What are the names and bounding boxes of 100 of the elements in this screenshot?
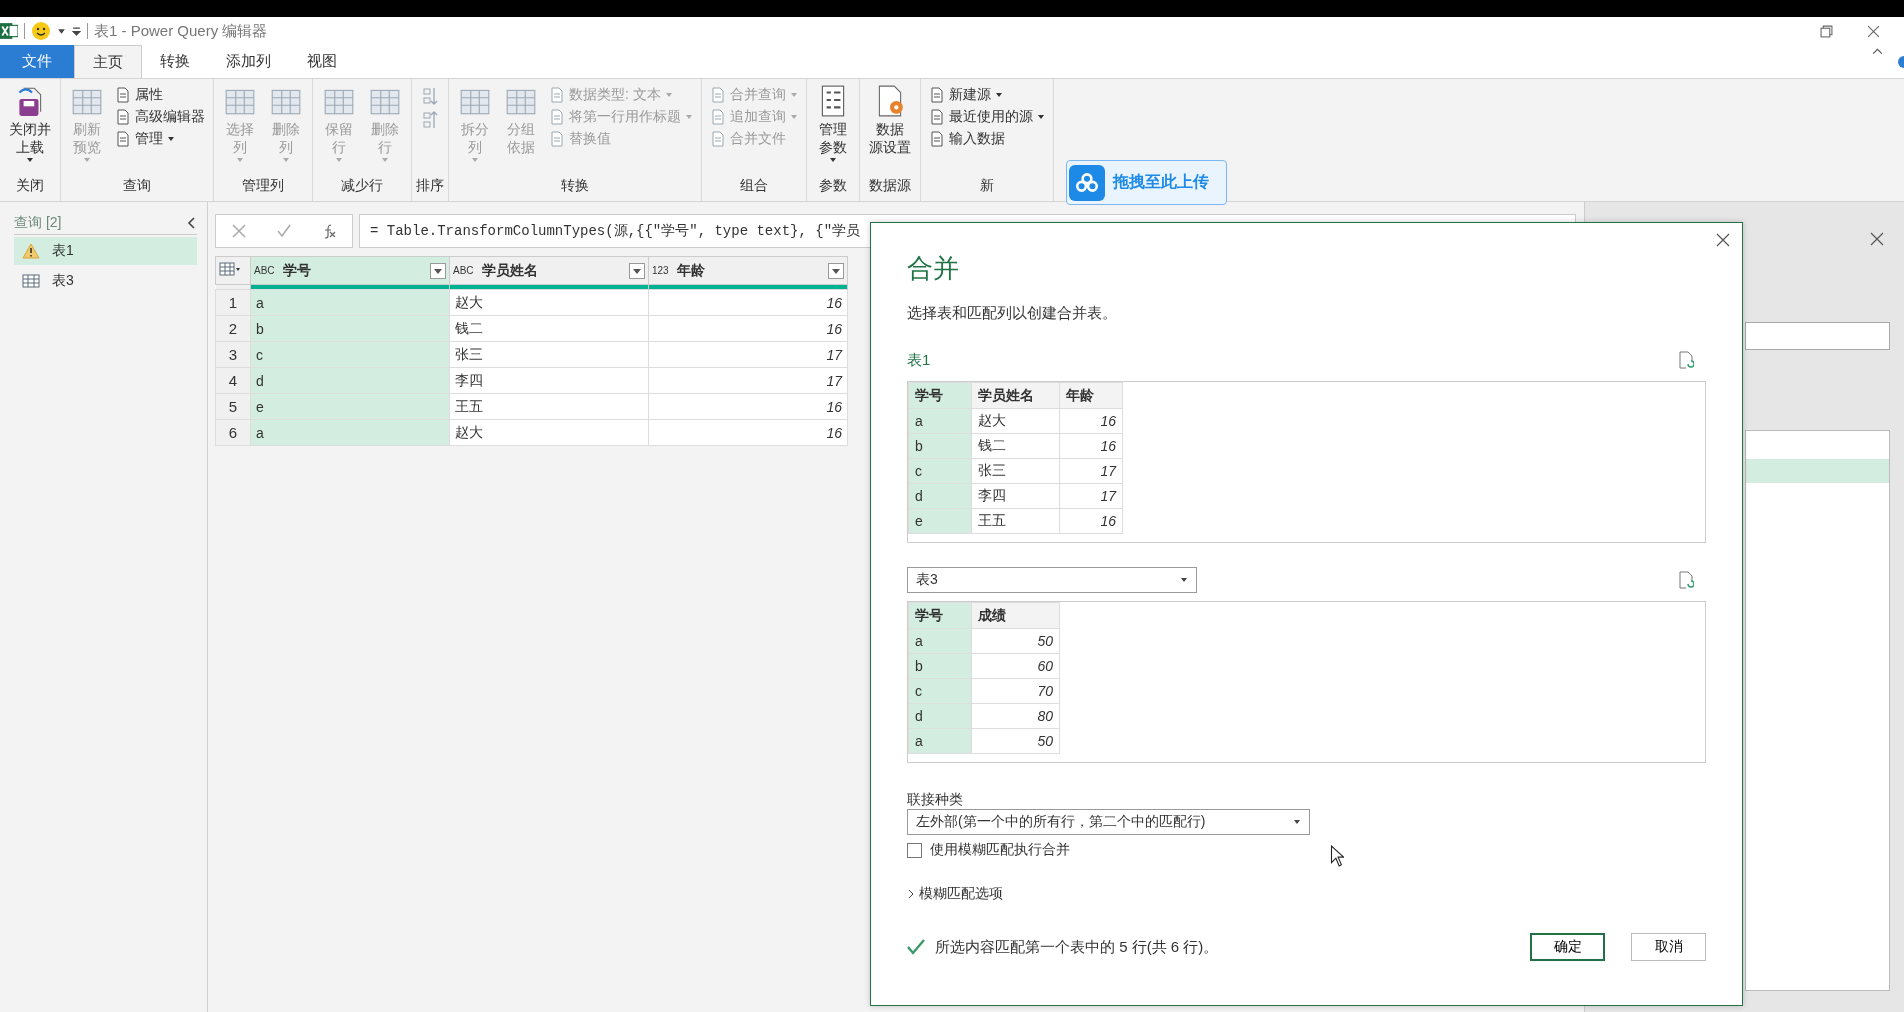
table-cell: 16 <box>1059 508 1123 534</box>
ribbon-button[interactable]: 管理 参数 <box>811 82 855 177</box>
table-cell: 王五 <box>971 508 1060 534</box>
fuzzy-options-expander[interactable]: 模糊匹配选项 <box>907 885 1003 903</box>
checkbox-label: 使用模糊匹配执行合并 <box>930 841 1070 859</box>
table-icon <box>22 273 40 289</box>
table-cell: a <box>908 408 972 434</box>
sort-icon <box>422 110 438 130</box>
dialog-description: 选择表和匹配列以创建合并表。 <box>907 304 1118 323</box>
restore-icon[interactable] <box>1820 24 1833 38</box>
table-cell: b <box>908 433 972 459</box>
table-cell: 16 <box>648 393 848 420</box>
document-icon <box>115 130 131 147</box>
table-cell: d <box>908 703 972 729</box>
table-cell: 17 <box>1059 458 1123 484</box>
ribbon-button[interactable]: 数据 源设置 <box>864 82 916 177</box>
sort-icon <box>422 86 438 106</box>
caret-icon[interactable] <box>57 26 66 36</box>
table-cell: 16 <box>1059 408 1123 434</box>
checkbox[interactable] <box>907 842 922 858</box>
query-item[interactable]: 表1 <box>14 237 197 265</box>
table-cell: 赵大 <box>971 408 1060 434</box>
check-icon <box>907 939 925 955</box>
ribbon-button[interactable]: 属性 <box>111 84 209 105</box>
row-number: 6 <box>215 419 251 446</box>
collapse-icon[interactable] <box>187 217 197 229</box>
table-name: 表1 <box>907 350 931 370</box>
filter-dropdown-icon[interactable] <box>828 262 844 279</box>
table-cell: 17 <box>648 367 848 394</box>
table-cell: 80 <box>971 703 1060 729</box>
filter-dropdown-icon[interactable] <box>629 262 645 279</box>
column-header[interactable]: 学号 <box>908 382 972 409</box>
cloud-icon <box>1069 164 1105 201</box>
column-header[interactable]: 成绩 <box>971 602 1060 629</box>
ribbon-button[interactable]: 关闭并 上载 <box>4 82 56 177</box>
table-cell: d <box>250 367 450 394</box>
row-number: 1 <box>215 289 251 316</box>
group-label: 管理列 <box>241 177 285 195</box>
document-icon <box>549 86 565 103</box>
ok-button[interactable]: 确定 <box>1530 933 1605 961</box>
column-header[interactable]: ABC 学员姓名 <box>449 256 649 285</box>
table-cell: 50 <box>971 628 1060 654</box>
table-cell: 赵大 <box>449 419 649 446</box>
refresh-document-icon[interactable] <box>1678 571 1694 589</box>
group-label: 数据源 <box>868 177 912 195</box>
table-cell: 张三 <box>971 458 1060 484</box>
table-dropdown[interactable]: 表3 <box>907 567 1197 593</box>
column-header[interactable]: 学员姓名 <box>971 382 1060 409</box>
refresh-document-icon[interactable] <box>1678 351 1694 369</box>
column-header[interactable]: ABC 学号 <box>250 256 450 285</box>
row-number: 5 <box>215 393 251 420</box>
input-field[interactable] <box>1745 322 1890 350</box>
table-cell: a <box>250 289 450 316</box>
document-icon <box>929 86 945 103</box>
filter-dropdown-icon[interactable] <box>430 262 446 279</box>
customize-toolbar-icon[interactable] <box>72 26 81 36</box>
document-icon <box>710 108 726 125</box>
file-tab[interactable]: 文件 <box>0 45 74 78</box>
table-cell: c <box>908 458 972 484</box>
document-icon <box>549 130 565 147</box>
column-header[interactable]: 学号 <box>908 602 972 629</box>
column-header[interactable]: 年龄 <box>1059 382 1123 409</box>
table-cell: 赵大 <box>449 289 649 316</box>
ribbon-button[interactable]: 管理 <box>111 128 209 149</box>
ribbon-button[interactable]: 输入数据 <box>925 128 1049 149</box>
table-menu-icon[interactable] <box>219 262 241 276</box>
table-cell: 李四 <box>971 483 1060 509</box>
table-cell: 16 <box>1059 433 1123 459</box>
cancel-button[interactable]: 取消 <box>1631 933 1706 961</box>
query-item[interactable]: 表3 <box>14 267 197 295</box>
close-icon[interactable] <box>1867 24 1880 38</box>
mouse-pointer-icon <box>1330 845 1344 867</box>
caret-icon <box>1293 818 1301 826</box>
join-kind-dropdown[interactable]: 左外部(第一个中的所有行，第二个中的匹配行) <box>907 809 1310 835</box>
queries-header: 查询 [2] <box>14 214 62 232</box>
group-label: 参数 <box>818 177 848 195</box>
close-icon[interactable] <box>1870 232 1884 246</box>
ribbon-tab[interactable]: 主页 <box>74 45 142 78</box>
table-cell: 李四 <box>449 367 649 394</box>
status-message: 所选内容匹配第一个表中的 5 行(共 6 行)。 <box>935 937 1219 957</box>
ribbon-button[interactable]: 最近使用的源 <box>925 106 1049 127</box>
column-header[interactable]: 123 年龄 <box>648 256 848 285</box>
document-icon <box>710 86 726 103</box>
smiley-icon[interactable] <box>31 21 51 41</box>
ribbon-button[interactable]: 新建源 <box>925 84 1049 105</box>
check-icon[interactable] <box>276 223 292 239</box>
table-cell: 17 <box>648 341 848 368</box>
group-label: 组合 <box>739 177 769 195</box>
table-cell: d <box>908 483 972 509</box>
warning-icon <box>22 243 40 259</box>
dialog-title: 合并 <box>907 252 960 285</box>
document-icon <box>929 108 945 125</box>
ribbon-button[interactable]: 高级编辑器 <box>111 106 209 127</box>
group-label: 减少行 <box>340 177 384 195</box>
row-number: 2 <box>215 315 251 342</box>
caret-icon <box>1180 576 1188 584</box>
group-label: 转换 <box>560 177 590 195</box>
table-cell: a <box>908 628 972 654</box>
close-icon[interactable] <box>1716 233 1730 247</box>
table-cell: 16 <box>648 419 848 446</box>
